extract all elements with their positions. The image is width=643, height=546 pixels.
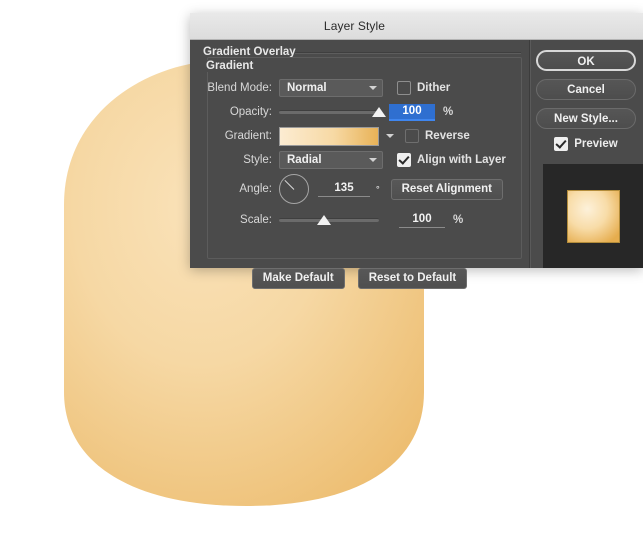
gradient-label: Gradient: [190,130,279,142]
row-style: Style: Radial Align with Layer [190,148,529,172]
angle-unit: ° [376,184,380,194]
gradient-swatch[interactable] [279,127,379,146]
dialog-title: Layer Style [324,19,385,33]
checkbox-checked-icon [397,153,411,167]
opacity-slider-thumb[interactable] [372,107,386,117]
reverse-label: Reverse [425,130,470,142]
style-select[interactable]: Radial [279,151,383,169]
preview-label: Preview [574,138,617,150]
angle-needle-icon [284,180,294,190]
reset-to-default-button[interactable]: Reset to Default [358,268,468,289]
make-default-button[interactable]: Make Default [252,268,345,289]
opacity-slider-track [279,110,379,114]
row-blend-mode: Blend Mode: Normal Dither [190,76,529,100]
gradient-chevron-down-icon[interactable] [386,134,394,138]
checkbox-box-icon [397,81,411,95]
style-preview-thumbnail [567,190,620,243]
settings-column: Gradient Overlay Gradient Blend Mode: No… [190,40,529,268]
footer-buttons: Make Default Reset to Default [190,268,529,289]
screenshot-root: Layer Style Gradient Overlay Gradient Bl… [0,0,643,546]
scale-input[interactable]: 100 [399,212,445,228]
row-opacity: Opacity: 100 % [190,100,529,124]
opacity-input[interactable]: 100 [389,104,435,121]
align-with-layer-label: Align with Layer [417,154,506,166]
blend-mode-select[interactable]: Normal [279,79,383,97]
new-style-button[interactable]: New Style... [536,108,636,129]
angle-input[interactable]: 135 [318,181,370,197]
actions-column: OK Cancel New Style... Preview [529,40,643,268]
layer-style-dialog: Layer Style Gradient Overlay Gradient Bl… [190,13,643,267]
row-angle: Angle: 135 ° Reset Alignment [190,172,529,206]
style-preview-panel [543,164,643,268]
angle-dial[interactable] [279,174,309,204]
reverse-checkbox[interactable]: Reverse [405,129,470,143]
checkbox-box-icon [405,129,419,143]
dialog-titlebar[interactable]: Layer Style [190,13,643,40]
cancel-button[interactable]: Cancel [536,79,636,100]
row-scale: Scale: 100 % [190,206,529,234]
angle-label: Angle: [190,183,279,195]
opacity-unit: % [443,106,453,118]
settings-rows: Blend Mode: Normal Dither Opacity: [190,76,529,234]
opacity-slider[interactable] [279,105,379,119]
row-gradient: Gradient: Reverse [190,124,529,148]
blend-mode-label: Blend Mode: [190,82,279,94]
style-label: Style: [190,154,279,166]
preview-checkbox[interactable]: Preview [529,137,643,151]
align-with-layer-checkbox[interactable]: Align with Layer [397,153,506,167]
blend-mode-value: Normal [280,82,327,94]
reset-alignment-button[interactable]: Reset Alignment [391,179,503,200]
scale-slider-thumb[interactable] [317,215,331,225]
scale-unit: % [453,214,463,226]
opacity-label: Opacity: [190,106,279,118]
dialog-body: Gradient Overlay Gradient Blend Mode: No… [190,40,643,268]
section-divider [295,52,521,54]
scale-label: Scale: [190,214,279,226]
dither-label: Dither [417,82,450,94]
dither-checkbox[interactable]: Dither [397,81,450,95]
group-title: Gradient [202,60,257,72]
style-value: Radial [280,154,322,166]
chevron-down-icon [369,158,377,162]
checkbox-checked-icon [554,137,568,151]
scale-slider[interactable] [279,213,379,227]
chevron-down-icon [369,86,377,90]
ok-button[interactable]: OK [536,50,636,71]
